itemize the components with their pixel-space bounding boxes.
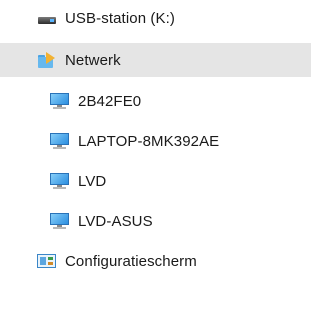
nav-item-label: LVD [78,172,107,190]
nav-item-netwerk[interactable]: Netwerk [0,43,311,77]
nav-item-lvd-asus[interactable]: LVD-ASUS [0,204,311,238]
nav-item-configuratiescherm[interactable]: Configuratiescherm [0,244,311,278]
computer-icon [50,92,70,110]
nav-item-label: 2B42FE0 [78,92,142,110]
nav-item-label: LAPTOP-8MK392AE [78,132,220,150]
nav-item-usb-station[interactable]: USB-station (K:) [0,1,311,35]
computer-icon [50,132,70,150]
usb-drive-icon [37,9,57,27]
computer-icon [50,212,70,230]
computer-icon [50,172,70,190]
nav-item-laptop-8mk392ae[interactable]: LAPTOP-8MK392AE [0,124,311,158]
nav-item-lvd[interactable]: LVD [0,164,311,198]
nav-item-2b42fe0[interactable]: 2B42FE0 [0,84,311,118]
network-icon [37,51,57,69]
navigation-pane: USB-station (K:) Netwerk 2B42FE0 LAPTOP-… [0,0,311,309]
nav-item-label: Configuratiescherm [65,252,197,270]
control-panel-icon [37,252,57,270]
nav-item-label: Netwerk [65,51,121,69]
nav-item-label: USB-station (K:) [65,9,175,27]
nav-item-label: LVD-ASUS [78,212,153,230]
